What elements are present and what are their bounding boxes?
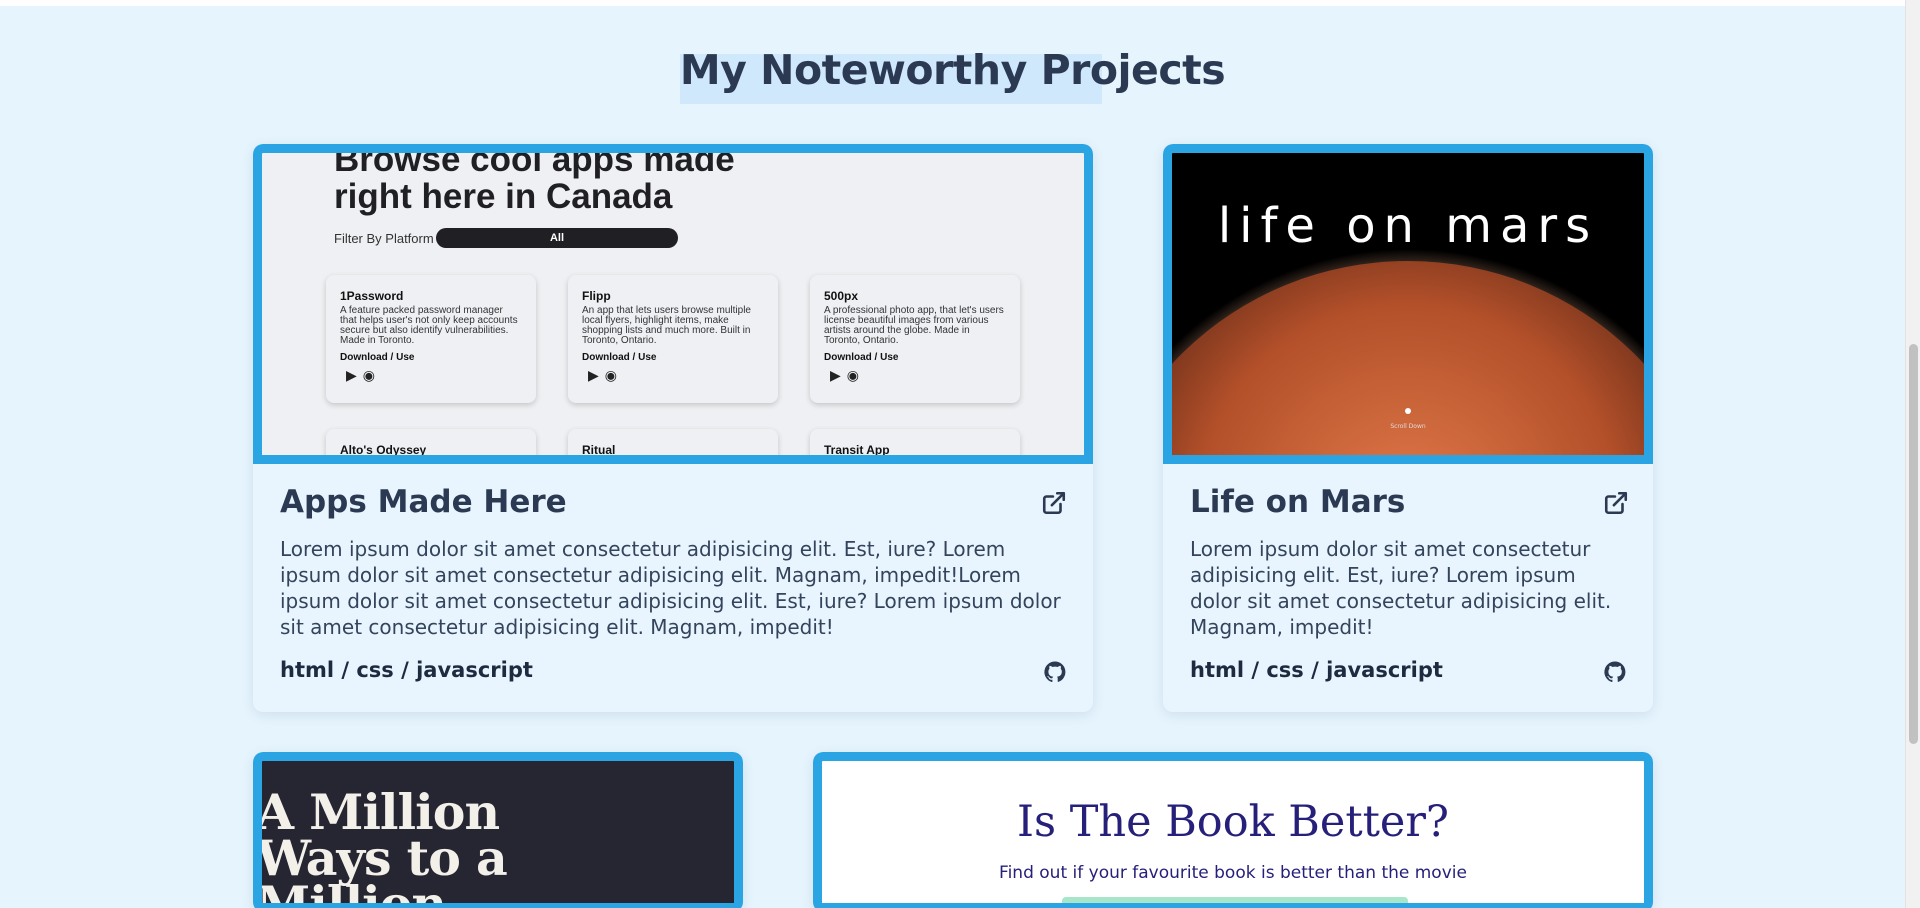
scrollbar-thumb[interactable] (1909, 344, 1918, 744)
globe-icon: ◉ (604, 367, 617, 383)
search-bar (1062, 897, 1408, 903)
project-title: Life on Mars (1190, 484, 1406, 520)
project-screenshot[interactable]: A Million Ways to a Million (253, 752, 743, 908)
app-download-label: Download / Use (340, 352, 415, 363)
app-desc: A professional photo app, that let's use… (824, 305, 1004, 346)
screenshot-heading: A Million Ways to a Million (256, 783, 508, 908)
project-screenshot[interactable]: Is The Book Better? Find out if your fav… (813, 752, 1653, 908)
screenshot-subtitle: Find out if your favourite book is bette… (999, 863, 1467, 883)
play-store-icon: ▶ (346, 367, 357, 383)
filter-label: Filter By Platform (334, 231, 434, 246)
external-link-icon[interactable] (1603, 490, 1629, 516)
project-screenshot[interactable]: Browse cool apps made right here in Cana… (253, 144, 1093, 464)
project-card-apps: Browse cool apps made right here in Cana… (253, 144, 1093, 712)
play-store-icon: ▶ (588, 367, 599, 383)
app-name: 500px (824, 289, 859, 303)
github-icon[interactable] (1603, 660, 1627, 684)
project-tech: html / css / javascript (280, 658, 533, 682)
globe-icon: ◉ (846, 367, 859, 383)
project-screenshot[interactable]: life on mars Scroll Down (1163, 144, 1653, 464)
external-link-icon[interactable] (1041, 490, 1067, 516)
scrollbar[interactable] (1905, 0, 1920, 908)
app-download-label: Download / Use (824, 352, 899, 363)
top-divider (0, 0, 1905, 6)
app-desc: A feature packed password manager that h… (340, 305, 518, 346)
github-icon[interactable] (1043, 660, 1067, 684)
project-description: Lorem ipsum dolor sit amet consectetur a… (1190, 537, 1612, 639)
app-tile: Flipp An app that lets users browse mult… (568, 275, 778, 403)
app-tile: Transit App (810, 429, 1020, 455)
app-tile: 500px A professional photo app, that let… (810, 275, 1020, 403)
screenshot-heading: Is The Book Better? (1017, 797, 1449, 847)
project-card-mars: life on mars Scroll Down Life on Mars Lo… (1163, 144, 1653, 712)
project-card-book: Is The Book Better? Find out if your fav… (813, 752, 1653, 908)
section-title-text: My Noteworthy Projects (679, 46, 1226, 104)
play-store-icon: ▶ (830, 367, 841, 383)
app-tile: 1Password A feature packed password mana… (326, 275, 536, 403)
project-tech: html / css / javascript (1190, 658, 1443, 682)
project-card-million: A Million Ways to a Million (253, 752, 743, 908)
globe-icon: ◉ (362, 367, 375, 383)
project-title: Apps Made Here (280, 484, 567, 520)
app-download-label: Download / Use (582, 352, 657, 363)
screenshot-heading: life on mars (1217, 198, 1599, 254)
app-name: 1Password (340, 289, 404, 303)
app-desc: An app that lets users browse multiple l… (582, 305, 751, 346)
section-title: My Noteworthy Projects (0, 46, 1905, 104)
project-description: Lorem ipsum dolor sit amet consectetur a… (280, 537, 1061, 639)
scroll-down-label: Scroll Down (1390, 423, 1426, 430)
app-name: Flipp (582, 289, 611, 303)
filter-pill: All (436, 228, 678, 248)
screenshot-heading: Browse cool apps made right here in Cana… (334, 144, 735, 216)
app-tile: Ritual (568, 429, 778, 455)
app-tile: Alto's Odyssey (326, 429, 536, 455)
